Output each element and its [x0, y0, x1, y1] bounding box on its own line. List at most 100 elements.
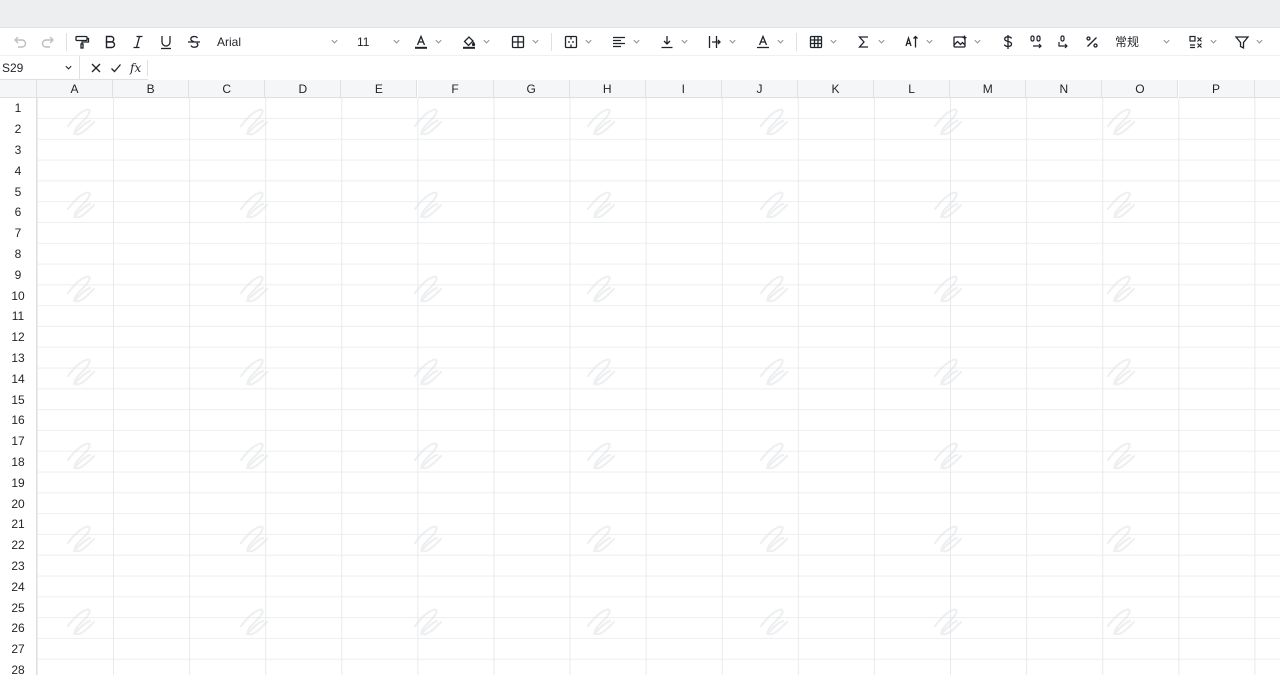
confirm-icon[interactable] — [106, 56, 126, 80]
row-header[interactable]: 3 — [0, 139, 37, 161]
fill-color-icon — [463, 35, 476, 49]
table-format-button[interactable] — [805, 30, 841, 54]
chevron-down-icon — [972, 37, 982, 47]
currency-icon[interactable] — [997, 30, 1019, 54]
vertical-align-button[interactable] — [656, 30, 692, 54]
horizontal-align-button[interactable] — [608, 30, 644, 54]
sum-icon — [858, 35, 868, 48]
percent-icon[interactable] — [1081, 30, 1103, 54]
column-header-overflow — [1254, 80, 1280, 98]
font-size-select[interactable]: 11 — [357, 30, 401, 54]
number-format-value: 常规 — [1115, 35, 1140, 49]
row-header[interactable]: 5 — [0, 181, 37, 202]
row-header[interactable]: 17 — [0, 430, 37, 452]
spreadsheet-grid: ABCDEFGHIJKLMNOP 1 2 3 4 5 6 7 8 9 10 11 12 13 14 15 16… — [0, 80, 1280, 675]
row-header[interactable]: 13 — [0, 347, 37, 369]
font-color-button[interactable] — [409, 30, 447, 54]
row-header[interactable]: 28 — [0, 659, 37, 675]
chevron-down-icon — [1254, 37, 1264, 47]
strikethrough-icon[interactable] — [183, 30, 205, 54]
row-header[interactable]: 26 — [0, 618, 37, 639]
row-header[interactable]: 6 — [0, 202, 37, 223]
text-rotate-icon — [757, 34, 769, 48]
row-header[interactable]: 12 — [0, 326, 37, 348]
font-family-select[interactable]: Arial — [213, 30, 339, 54]
row-header[interactable]: 19 — [0, 472, 37, 494]
bold-icon[interactable] — [99, 30, 121, 54]
sort-button[interactable] — [901, 30, 937, 54]
text-rotate-button[interactable] — [752, 30, 788, 54]
undo-icon[interactable] — [10, 30, 30, 54]
column-header[interactable]: D — [265, 80, 342, 98]
row-header[interactable]: 8 — [0, 243, 37, 265]
paint-format-icon[interactable] — [71, 30, 93, 54]
watermark-logo — [60, 354, 104, 394]
conditional-format-button[interactable] — [1185, 30, 1221, 54]
column-header[interactable]: L — [874, 80, 951, 98]
insert-image-button[interactable] — [949, 30, 985, 54]
chevron-down-icon — [727, 37, 737, 47]
column-header[interactable]: I — [645, 80, 722, 98]
column-header[interactable]: C — [189, 80, 266, 98]
row-header[interactable]: 1 — [0, 98, 37, 119]
redo-icon[interactable] — [38, 30, 58, 54]
borders-button[interactable] — [507, 30, 543, 54]
cancel-icon[interactable] — [86, 56, 106, 80]
column-header[interactable]: M — [950, 80, 1027, 98]
conditional-format-icon — [1189, 35, 1202, 48]
column-header[interactable]: O — [1102, 80, 1179, 98]
fill-color-button[interactable] — [457, 30, 495, 54]
cell-area[interactable] — [37, 98, 1280, 675]
merge-cells-button[interactable] — [560, 30, 596, 54]
row-header[interactable]: 9 — [0, 264, 37, 286]
row-header[interactable]: 20 — [0, 493, 37, 514]
column-header[interactable]: J — [721, 80, 798, 98]
watermark-logo — [1100, 271, 1144, 311]
row-header[interactable]: 4 — [0, 160, 37, 182]
column-header[interactable]: E — [341, 80, 418, 98]
text-wrap-button[interactable] — [704, 30, 740, 54]
row-header[interactable]: 24 — [0, 576, 37, 598]
name-box[interactable]: S29 — [0, 55, 80, 80]
column-header[interactable]: P — [1178, 80, 1255, 98]
decimal-increase-icon[interactable] — [1025, 30, 1047, 54]
column-header[interactable]: F — [417, 80, 494, 98]
chevron-down-icon[interactable] — [1161, 37, 1171, 47]
column-header[interactable]: K — [798, 80, 875, 98]
watermark-logo — [60, 521, 104, 561]
column-header[interactable]: G — [493, 80, 570, 98]
row-header[interactable]: 10 — [0, 285, 37, 306]
row-header[interactable]: 23 — [0, 555, 37, 577]
filter-button[interactable] — [1231, 30, 1267, 54]
row-header[interactable]: 18 — [0, 451, 37, 473]
number-format-select[interactable]: 常规 — [1115, 30, 1161, 54]
row-header[interactable]: 11 — [0, 306, 37, 327]
watermark-logo — [60, 271, 104, 311]
column-header[interactable]: N — [1026, 80, 1103, 98]
watermark-logo — [1273, 187, 1280, 227]
row-header[interactable]: 25 — [0, 597, 37, 618]
watermark-logo — [60, 187, 104, 227]
watermark-logo — [407, 354, 451, 394]
column-header[interactable]: A — [37, 80, 114, 98]
decimal-decrease-icon[interactable] — [1053, 30, 1075, 54]
sum-button[interactable] — [853, 30, 889, 54]
row-header[interactable]: 15 — [0, 389, 37, 410]
row-header[interactable]: 14 — [0, 368, 37, 390]
chevron-down-icon — [433, 37, 443, 47]
row-header[interactable]: 21 — [0, 514, 37, 535]
fx-icon[interactable]: fx — [126, 59, 149, 76]
row-header[interactable]: 2 — [0, 118, 37, 140]
formula-input[interactable] — [148, 55, 1280, 80]
select-all-corner[interactable] — [0, 80, 37, 98]
row-header[interactable]: 27 — [0, 638, 37, 660]
column-header[interactable]: B — [113, 80, 190, 98]
watermark-logo — [580, 354, 624, 394]
column-header[interactable]: H — [569, 80, 646, 98]
watermark-logo — [407, 521, 451, 561]
row-header[interactable]: 7 — [0, 222, 37, 244]
italic-icon[interactable] — [127, 30, 149, 54]
underline-icon[interactable] — [155, 30, 177, 54]
row-header[interactable]: 22 — [0, 534, 37, 556]
row-header[interactable]: 16 — [0, 410, 37, 431]
